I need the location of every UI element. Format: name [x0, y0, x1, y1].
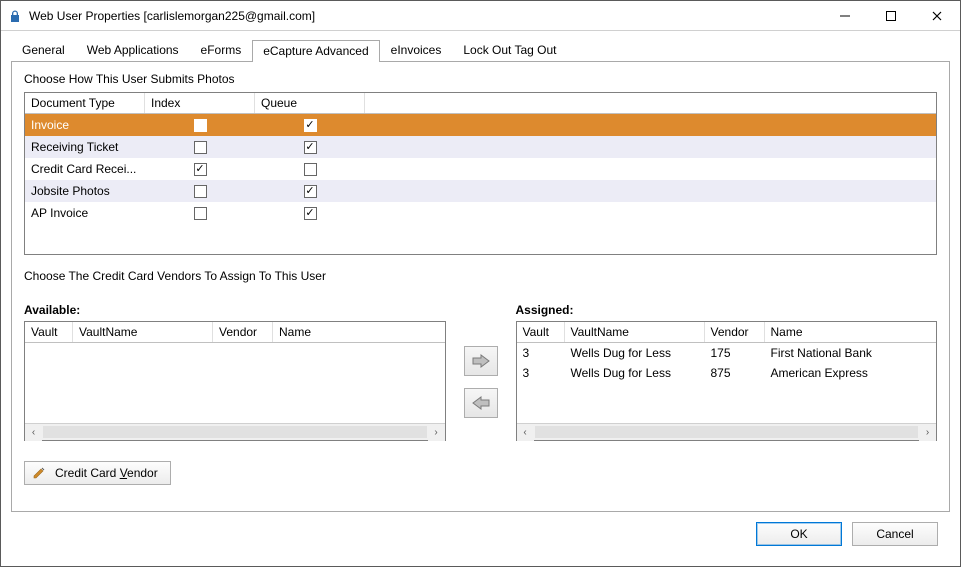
vendor-cell: 875 — [705, 363, 765, 383]
ok-label: OK — [790, 527, 807, 541]
dialog-content: GeneralWeb ApplicationseFormseCapture Ad… — [1, 31, 960, 566]
move-right-button[interactable] — [464, 346, 498, 376]
cancel-label: Cancel — [876, 527, 913, 541]
assigned-body: 3Wells Dug for Less175First National Ban… — [517, 343, 937, 423]
document-type-table: Document Type Index Queue Invoice✓Receiv… — [24, 92, 937, 255]
vaultname-cell: Wells Dug for Less — [565, 343, 705, 363]
col-spacer — [365, 100, 936, 106]
doc-type-cell: Credit Card Recei... — [25, 162, 145, 176]
queue-checkbox[interactable] — [255, 163, 365, 176]
vendors-section: Choose The Credit Card Vendors To Assign… — [24, 269, 937, 499]
window-controls — [822, 1, 960, 30]
vendors-area: Available: Vault VaultName Vendor Name ‹ — [24, 303, 937, 441]
scroll-right-icon[interactable]: › — [428, 424, 445, 441]
index-checkbox[interactable] — [145, 119, 255, 132]
close-button[interactable] — [914, 1, 960, 30]
available-label: Available: — [24, 303, 446, 317]
doc-type-cell: AP Invoice — [25, 206, 145, 220]
list-item[interactable]: 3Wells Dug for Less875American Express — [517, 363, 937, 383]
assigned-label: Assigned: — [516, 303, 938, 317]
tab-lock-out-tag-out[interactable]: Lock Out Tag Out — [452, 39, 567, 61]
lock-icon — [7, 8, 23, 24]
photos-section-label: Choose How This User Submits Photos — [24, 72, 937, 86]
col-vault[interactable]: Vault — [517, 322, 565, 342]
queue-checkbox[interactable]: ✓ — [255, 141, 365, 154]
table-row[interactable]: AP Invoice ✓ — [25, 202, 936, 224]
tab-strip: GeneralWeb ApplicationseFormseCapture Ad… — [11, 39, 950, 61]
vault-cell: 3 — [517, 363, 565, 383]
maximize-button[interactable] — [868, 1, 914, 30]
scroll-track[interactable] — [535, 426, 919, 438]
available-hscroll[interactable]: ‹ › — [25, 423, 445, 440]
col-vaultname[interactable]: VaultName — [73, 322, 213, 342]
title-bar: Web User Properties [carlislemorgan225@g… — [1, 1, 960, 31]
move-buttons — [456, 303, 506, 441]
tab-panel-ecapture-advanced: Choose How This User Submits Photos Docu… — [11, 61, 950, 512]
assigned-hscroll[interactable]: ‹ › — [517, 423, 937, 440]
table-padding — [25, 224, 936, 254]
name-cell: American Express — [765, 363, 937, 383]
scroll-track[interactable] — [43, 426, 427, 438]
window-title: Web User Properties [carlislemorgan225@g… — [29, 9, 822, 23]
index-checkbox[interactable] — [145, 185, 255, 198]
tab-einvoices[interactable]: eInvoices — [380, 39, 453, 61]
arrow-right-icon — [472, 354, 490, 368]
ok-button[interactable]: OK — [756, 522, 842, 546]
tab-eforms[interactable]: eForms — [190, 39, 253, 61]
assigned-list[interactable]: Vault VaultName Vendor Name 3Wells Dug f… — [516, 321, 938, 441]
queue-checkbox[interactable]: ✓ — [255, 185, 365, 198]
table-row[interactable]: Credit Card Recei...✓ — [25, 158, 936, 180]
dialog-footer: OK Cancel — [11, 512, 950, 556]
col-vendor[interactable]: Vendor — [213, 322, 273, 342]
scroll-left-icon[interactable]: ‹ — [25, 424, 42, 441]
scroll-left-icon[interactable]: ‹ — [517, 424, 534, 441]
table-row[interactable]: Invoice ✓ — [25, 114, 936, 136]
arrow-left-icon — [472, 396, 490, 410]
available-body — [25, 343, 445, 423]
queue-checkbox[interactable]: ✓ — [255, 119, 365, 132]
col-vault[interactable]: Vault — [25, 322, 73, 342]
move-left-button[interactable] — [464, 388, 498, 418]
doc-type-cell: Receiving Ticket — [25, 140, 145, 154]
vault-cell: 3 — [517, 343, 565, 363]
cancel-button[interactable]: Cancel — [852, 522, 938, 546]
index-checkbox[interactable] — [145, 207, 255, 220]
available-list[interactable]: Vault VaultName Vendor Name ‹ › — [24, 321, 446, 441]
tab-ecapture-advanced[interactable]: eCapture Advanced — [252, 40, 379, 62]
col-queue[interactable]: Queue — [255, 93, 365, 113]
assigned-column: Assigned: Vault VaultName Vendor Name 3W… — [516, 303, 938, 441]
available-column: Available: Vault VaultName Vendor Name ‹ — [24, 303, 446, 441]
list-item[interactable]: 3Wells Dug for Less175First National Ban… — [517, 343, 937, 363]
table-row[interactable]: Receiving Ticket ✓ — [25, 136, 936, 158]
doc-type-cell: Invoice — [25, 118, 145, 132]
tab-web-applications[interactable]: Web Applications — [76, 39, 190, 61]
col-vaultname[interactable]: VaultName — [565, 322, 705, 342]
credit-card-vendor-label: Credit Card Vendor — [55, 466, 158, 480]
dialog-window: Web User Properties [carlislemorgan225@g… — [0, 0, 961, 567]
vendor-cell: 175 — [705, 343, 765, 363]
index-checkbox[interactable]: ✓ — [145, 163, 255, 176]
col-index[interactable]: Index — [145, 93, 255, 113]
table-header: Document Type Index Queue — [25, 93, 936, 114]
tab-general[interactable]: General — [11, 39, 76, 61]
index-checkbox[interactable] — [145, 141, 255, 154]
vaultname-cell: Wells Dug for Less — [565, 363, 705, 383]
col-vendor[interactable]: Vendor — [705, 322, 765, 342]
available-header: Vault VaultName Vendor Name — [25, 322, 445, 343]
vendors-section-label: Choose The Credit Card Vendors To Assign… — [24, 269, 937, 283]
pencil-icon — [31, 465, 47, 481]
minimize-button[interactable] — [822, 1, 868, 30]
assigned-header: Vault VaultName Vendor Name — [517, 322, 937, 343]
doc-type-cell: Jobsite Photos — [25, 184, 145, 198]
table-body: Invoice✓Receiving Ticket✓Credit Card Rec… — [25, 114, 936, 224]
col-document-type[interactable]: Document Type — [25, 93, 145, 113]
scroll-right-icon[interactable]: › — [919, 424, 936, 441]
credit-card-vendor-button[interactable]: Credit Card Vendor — [24, 461, 171, 485]
queue-checkbox[interactable]: ✓ — [255, 207, 365, 220]
col-name[interactable]: Name — [273, 322, 445, 342]
col-name[interactable]: Name — [765, 322, 937, 342]
name-cell: First National Bank — [765, 343, 937, 363]
table-row[interactable]: Jobsite Photos ✓ — [25, 180, 936, 202]
